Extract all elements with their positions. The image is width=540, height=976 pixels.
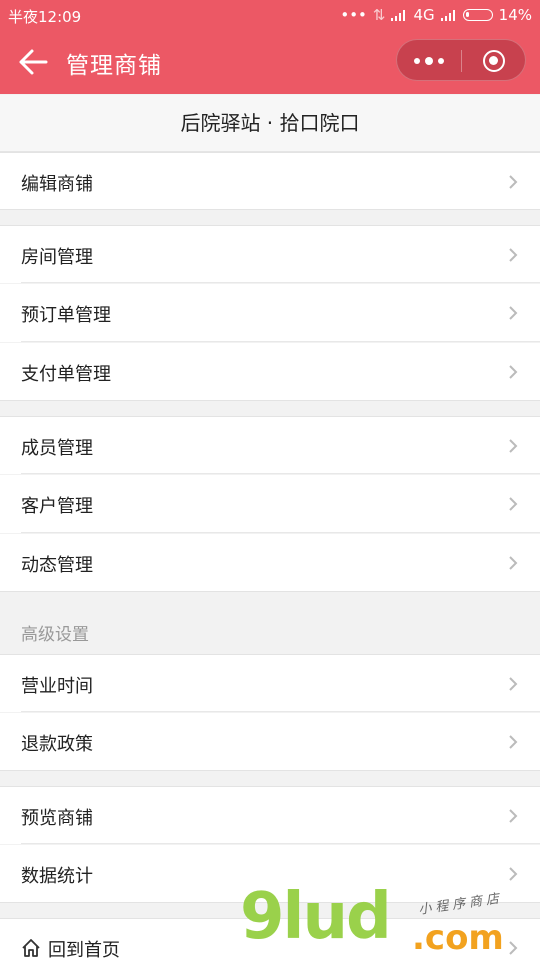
menu-item-label: 成员管理 (21, 438, 93, 459)
more-dot-icon (414, 58, 420, 64)
menu-item-payment[interactable]: 支付单管理 (0, 343, 540, 401)
menu-item-label: 客户管理 (21, 496, 93, 517)
divider (21, 341, 540, 342)
signal-icon-2 (440, 9, 457, 21)
miniprogram-capsule (396, 39, 526, 81)
watermark-tagline: 小程序商店 (417, 891, 504, 918)
chevron-right-icon (509, 497, 518, 511)
menu-item-news[interactable]: 动态管理 (0, 534, 540, 592)
battery-icon (462, 9, 493, 21)
more-dot-icon (425, 57, 433, 65)
menu-item-room[interactable]: 房间管理 (0, 225, 540, 283)
battery-level: 14% (498, 6, 532, 24)
status-bar: 半夜12:09 ••• ⇅ 4G 14% (0, 0, 540, 30)
home-icon (22, 939, 40, 957)
network-type: 4G (413, 6, 435, 24)
back-arrow-icon[interactable] (18, 48, 48, 76)
chevron-right-icon (509, 439, 518, 453)
menu-item-label: 房间管理 (21, 247, 93, 268)
chevron-right-icon (509, 556, 518, 570)
menu-item-label: 编辑商铺 (21, 174, 93, 195)
status-time: 半夜12:09 (8, 8, 82, 26)
menu-item-label: 回到首页 (48, 940, 120, 961)
menu-item-customer[interactable]: 客户管理 (0, 475, 540, 533)
menu-item-preview-shop[interactable]: 预览商铺 (0, 786, 540, 844)
menu-item-label: 动态管理 (21, 555, 93, 576)
divider (21, 532, 540, 533)
menu-item-booking[interactable]: 预订单管理 (0, 284, 540, 342)
chevron-right-icon (509, 809, 518, 823)
chevron-right-icon (509, 867, 518, 881)
divider (21, 282, 540, 283)
signal-icon (391, 9, 407, 21)
watermark: 9lud 小程序商店 .com (240, 885, 540, 960)
more-dot-icon (438, 58, 444, 64)
menu-item-label: 支付单管理 (21, 364, 111, 385)
chevron-right-icon (509, 175, 518, 189)
watermark-brand: 9lud (240, 880, 392, 954)
chevron-right-icon (509, 677, 518, 691)
divider (21, 711, 540, 712)
shop-name-header: 后院驿站 · 拾口院口 (0, 95, 540, 152)
page-title: 管理商铺 (66, 53, 162, 79)
menu-item-member[interactable]: 成员管理 (0, 416, 540, 474)
menu-item-label: 预览商铺 (21, 808, 93, 829)
dots-icon: ••• (340, 6, 367, 24)
chevron-right-icon (509, 735, 518, 749)
menu-item-label: 数据统计 (21, 866, 93, 887)
data-transfer-icon: ⇅ (372, 6, 386, 24)
more-button[interactable] (397, 40, 461, 82)
chevron-right-icon (509, 365, 518, 379)
capsule-divider (461, 50, 462, 72)
status-indicators: ••• ⇅ 4G 14% (340, 6, 532, 24)
menu-item-label: 退款政策 (21, 734, 93, 755)
menu-item-label: 营业时间 (21, 676, 93, 697)
divider (21, 843, 540, 844)
chevron-right-icon (509, 248, 518, 262)
close-miniprogram-icon[interactable] (483, 50, 505, 72)
menu-item-business-hours[interactable]: 营业时间 (0, 654, 540, 712)
divider (21, 473, 540, 474)
section-title-advanced: 高级设置 (21, 625, 89, 645)
chevron-right-icon (509, 306, 518, 320)
menu-item-refund-policy[interactable]: 退款政策 (0, 713, 540, 771)
watermark-domain: .com (412, 918, 504, 958)
menu-item-label: 预订单管理 (21, 305, 111, 326)
menu-item-edit-shop[interactable]: 编辑商铺 (0, 152, 540, 210)
nav-bar: 管理商铺 (0, 30, 540, 94)
